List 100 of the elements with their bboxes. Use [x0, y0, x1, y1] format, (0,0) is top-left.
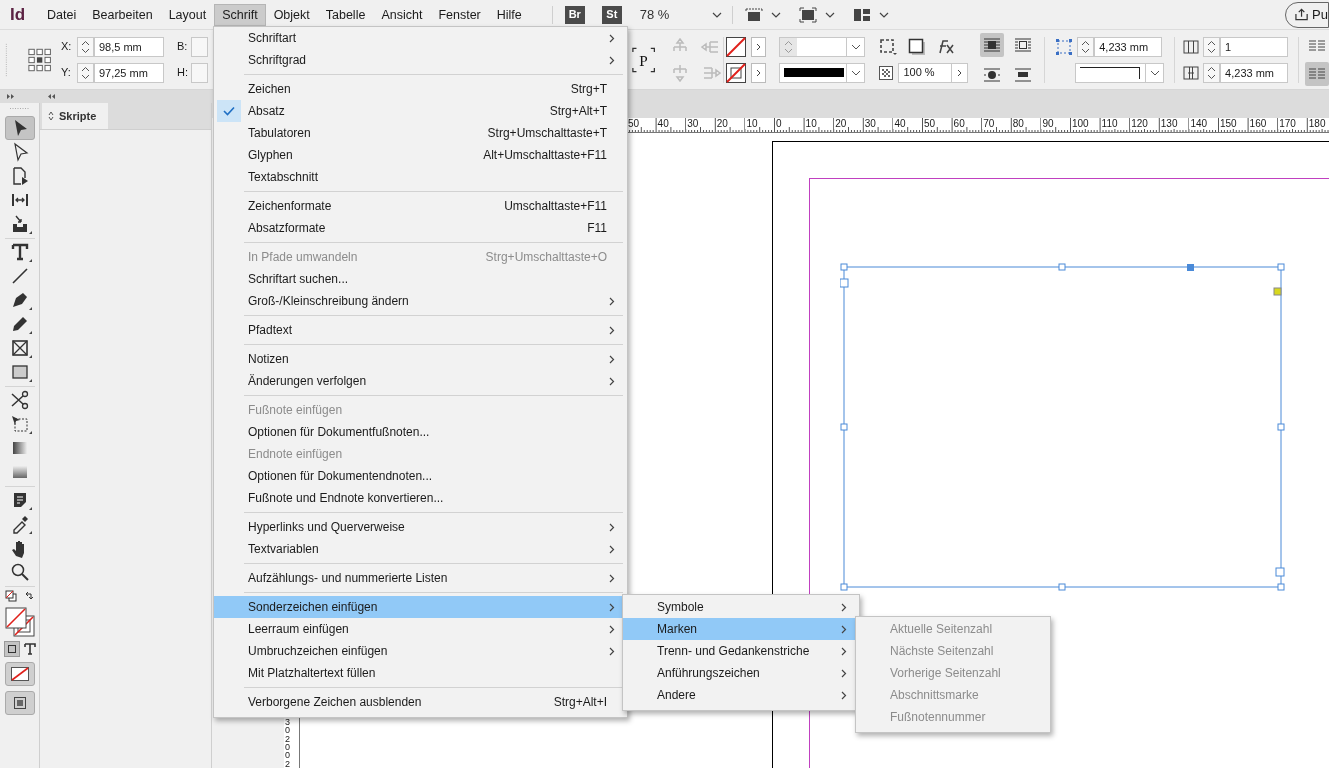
menu-item[interactable]: Notizen: [214, 348, 627, 370]
wrap-around-bounding-box-icon: [984, 37, 1001, 52]
corner-options-icon[interactable]: [879, 37, 898, 56]
menu-item[interactable]: Textabschnitt: [214, 166, 627, 188]
menu-item[interactable]: Objekt: [265, 3, 318, 26]
inset-spacing-field[interactable]: 4,233 mm: [1094, 36, 1163, 57]
menu-item[interactable]: Ansicht: [373, 3, 431, 26]
panel-tab[interactable]: Skripte: [42, 103, 108, 129]
ruler-label: 180: [1307, 118, 1327, 129]
menu-item[interactable]: Absatz Strg+Alt+T: [214, 100, 627, 122]
flyout-triangle-icon: [28, 259, 32, 262]
stroke-style-dropdown[interactable]: [1075, 62, 1165, 83]
gutter-field[interactable]: 4,233 mm: [1220, 62, 1289, 83]
menu-item[interactable]: Trenn- und Gedankenstriche: [623, 640, 859, 662]
gutter-icon: [1183, 64, 1200, 81]
ruler-label: 140: [1189, 118, 1209, 129]
span-columns-icon: [1309, 67, 1325, 80]
fill-none-swatch-icon[interactable]: [726, 36, 747, 57]
field-label: B:: [176, 39, 189, 55]
y-position-field[interactable]: 97,25 mm: [93, 62, 164, 83]
expand-panels-icon[interactable]: [7, 94, 14, 99]
app-badge[interactable]: Br: [564, 5, 585, 24]
menu-item[interactable]: Schriftart suchen...: [214, 268, 627, 290]
menu-item[interactable]: Tabulatoren Strg+Umschalttaste+T: [214, 122, 627, 144]
chevron-right-icon: [957, 68, 963, 77]
chevron-right-icon: [609, 522, 615, 532]
chevron-right-icon: [841, 690, 847, 700]
menu-item[interactable]: Aufzählungs- und nummerierte Listen: [214, 567, 627, 589]
jump-to-next-column-icon: [1015, 67, 1032, 82]
menu-item[interactable]: Hyperlinks und Querverweise: [214, 516, 627, 538]
chevron-right-icon: [841, 602, 847, 612]
menu-item[interactable]: Pfadtext: [214, 319, 627, 341]
screen-mode-icon: [798, 6, 817, 23]
screen-mode-dropdown[interactable]: [798, 6, 835, 23]
spinner-button[interactable]: [1203, 36, 1221, 57]
menu-item[interactable]: Anführungszeichen: [623, 662, 859, 684]
menu-item[interactable]: Fußnote und Endnote konvertieren...: [214, 487, 627, 509]
menu-item[interactable]: Tabelle: [317, 3, 374, 26]
columns-field[interactable]: 1: [1220, 36, 1289, 57]
caret-icon: [711, 11, 722, 18]
default-colors-icon[interactable]: [5, 590, 35, 604]
stroke-type-dropdown[interactable]: [779, 62, 866, 83]
field-label: H:: [176, 65, 189, 81]
balance-columns-icon: [1309, 39, 1325, 52]
menu-item[interactable]: Layout: [160, 3, 215, 26]
menu-item[interactable]: Zeichenformate Umschalttaste+F11: [214, 195, 627, 217]
fill-stroke-swatches-icon[interactable]: [3, 607, 36, 637]
spinner-arrows-icon: [1207, 65, 1217, 80]
menu-item[interactable]: Absatzformate F11: [214, 217, 627, 239]
menu-item[interactable]: Textvariablen: [214, 538, 627, 560]
ruler-label: 30: [686, 118, 700, 129]
spinner-button[interactable]: [1203, 62, 1221, 83]
menu-item[interactable]: Schriftart: [214, 27, 627, 49]
menu-item[interactable]: Schriftgrad: [214, 49, 627, 71]
formatting-container-icon: [7, 645, 16, 653]
menu-item[interactable]: Schrift: [214, 3, 266, 26]
menu-item[interactable]: Andere: [623, 684, 859, 706]
menu-item[interactable]: Groß-/Kleinschreibung ändern: [214, 290, 627, 312]
gripper-icon: [9, 107, 30, 110]
menu-item[interactable]: Glyphen Alt+Umschalttaste+F11: [214, 144, 627, 166]
menu-item[interactable]: Fenster: [430, 3, 489, 26]
ruler-label: 10: [745, 118, 759, 129]
screen-mode-button[interactable]: [4, 691, 35, 715]
wrap-object-shape-icon: [1015, 37, 1032, 52]
grid-view-dropdown[interactable]: [744, 6, 781, 23]
formatting-text-icon[interactable]: [23, 643, 36, 655]
menu-item[interactable]: Hilfe: [488, 3, 530, 26]
app-badge[interactable]: St: [601, 5, 622, 24]
wrap-around-bounding-box-button[interactable]: [980, 32, 1005, 57]
spinner-arrows-icon: [80, 39, 90, 54]
spinner-button[interactable]: [76, 62, 94, 83]
formatting-container-button[interactable]: [3, 641, 20, 657]
ruler-label: 2: [285, 760, 293, 768]
zoom-dropdown[interactable]: 78 %: [639, 3, 722, 26]
spinner-button[interactable]: [1077, 36, 1095, 57]
inset-icon: [1055, 37, 1074, 56]
chevron-right-icon: [609, 325, 615, 335]
ruler-label: 90: [1041, 118, 1055, 129]
flyout-triangle-icon: [28, 507, 32, 510]
flyout-triangle-icon: [28, 431, 32, 434]
ruler-label: 150: [1219, 118, 1238, 129]
menu-item[interactable]: Bearbeiten: [84, 3, 161, 26]
reference-point-icon[interactable]: [27, 46, 51, 73]
span-columns-button[interactable]: [1305, 61, 1329, 86]
apply-none-button[interactable]: [4, 662, 35, 686]
x-position-field[interactable]: 98,5 mm: [93, 36, 164, 57]
caret-icon: [850, 69, 861, 76]
stroke-none-swatch-icon[interactable]: [726, 62, 747, 83]
menu-item[interactable]: Optionen für Dokumentfußnoten...: [214, 421, 627, 443]
menu-item[interactable]: Datei: [39, 3, 85, 26]
ruler-label: 110: [1100, 118, 1119, 129]
spinner-button[interactable]: [76, 36, 94, 57]
arrange-documents-dropdown[interactable]: [852, 7, 889, 22]
collapse-panels-icon[interactable]: [48, 94, 55, 99]
menu-item[interactable]: Zeichen Strg+T: [214, 78, 627, 100]
opacity-field[interactable]: 100 %: [898, 62, 969, 83]
menu-item[interactable]: Änderungen verfolgen: [214, 370, 627, 392]
menu-item[interactable]: Optionen für Dokumentendnoten...: [214, 465, 627, 487]
ruler-label: 50: [923, 118, 937, 129]
drop-shadow-icon[interactable]: [908, 37, 927, 56]
